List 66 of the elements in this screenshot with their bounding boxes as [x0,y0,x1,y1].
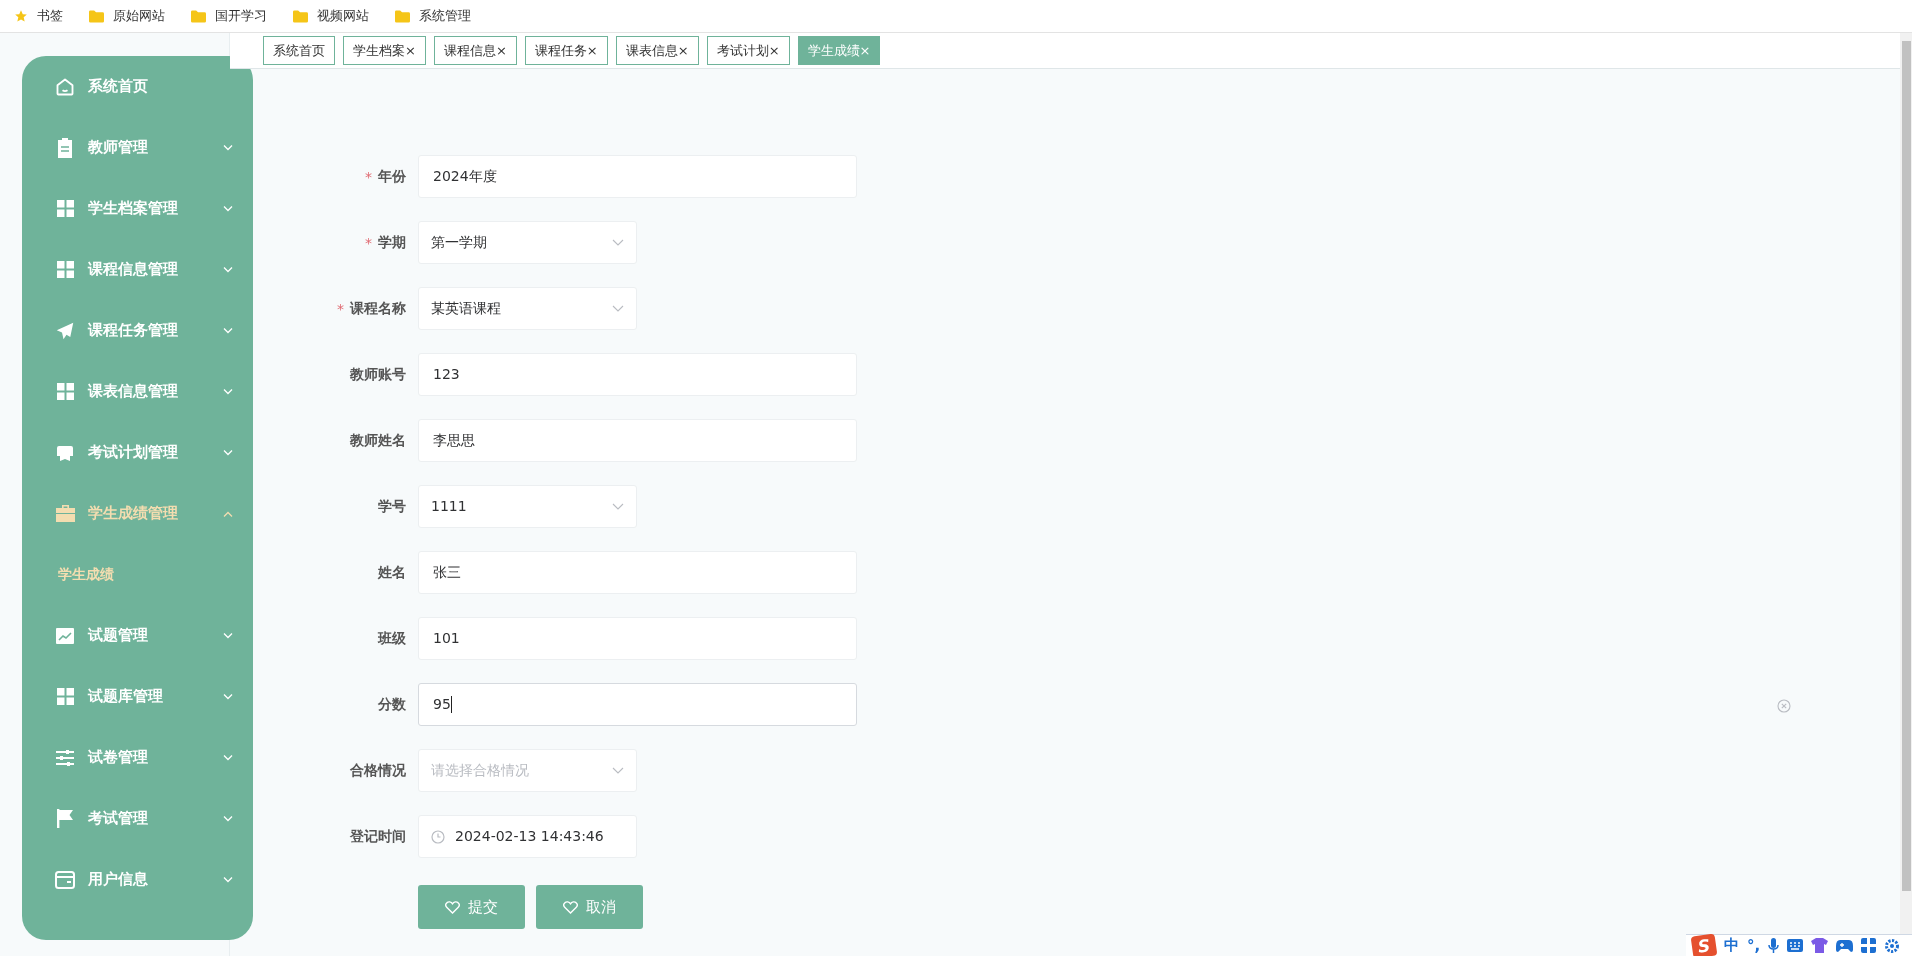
grid-icon[interactable] [1861,938,1877,953]
microphone-icon[interactable] [1768,937,1780,954]
briefcase-icon [55,505,75,522]
folder-icon [89,9,104,23]
tab[interactable]: 学生档案× [343,36,426,65]
grid-icon [56,200,74,217]
tab[interactable]: 课程任务× [524,36,608,65]
field-label: * 课程名称 [336,298,406,319]
tab[interactable]: 课程信息× [433,36,517,65]
input-field[interactable]: 2024年度 [418,155,857,198]
field-label: * 学期 [364,232,406,253]
grid-icon [56,383,74,400]
folder-icon [293,9,308,23]
tab[interactable]: 考试计划× [706,36,790,65]
chevron-down-icon [612,503,624,510]
field-label: 分数 [377,694,406,714]
gamepad-icon[interactable] [1836,938,1854,953]
chevron-down-icon [612,239,624,246]
flag-icon [57,809,73,828]
field-label: 教师姓名 [349,430,406,450]
input-field[interactable]: 张三 [418,551,857,594]
date-field[interactable]: 2024-02-13 14:43:46 [418,815,637,858]
clipboard-icon [57,137,73,158]
tab[interactable]: 课表信息× [615,36,699,65]
select-field[interactable]: 某英语课程 [418,287,637,330]
folder-icon [395,9,410,23]
ime-punctuation-toggle[interactable]: °, [1747,936,1761,955]
chevron-down-icon [612,767,624,774]
field-label: 登记时间 [349,826,406,846]
input-field[interactable]: 101 [418,617,857,660]
scrollbar-thumb[interactable] [1902,41,1911,891]
ime-logo[interactable]: S [1690,932,1718,956]
input-field[interactable]: 李思思 [418,419,857,462]
house-icon [55,76,75,97]
field-label: 班级 [376,628,406,648]
chevron-down-icon [612,305,624,312]
keyboard-icon[interactable] [1787,939,1804,952]
sliders-icon [56,749,74,766]
grid-icon [56,261,74,278]
input-field[interactable]: 95 [418,683,857,726]
tab[interactable]: 系统首页 [263,36,335,65]
paper-plane-icon [56,321,74,340]
field-label: * 年份 [364,166,406,187]
input-field[interactable]: 123 [418,353,857,396]
grid-icon [56,688,74,705]
heart-icon [563,900,578,914]
select-field[interactable]: 第一学期 [418,221,637,264]
shirt-icon[interactable] [1811,938,1829,953]
bookmark-item[interactable]: 书签 [14,5,63,27]
card-icon [55,870,75,889]
line-chart-icon [56,627,74,644]
select-field[interactable]: 1111 [418,485,637,528]
star-icon [14,9,28,23]
heart-icon [445,900,460,914]
bookmark-item[interactable]: 视频网站 [293,5,369,27]
clock-icon [431,829,445,844]
bookmark-item[interactable]: 国开学习 [191,5,267,27]
field-label: 合格情况 [349,760,406,780]
bookmark-item[interactable]: 原始网站 [89,5,165,27]
bookmark-item[interactable]: 系统管理 [395,5,471,27]
field-label: 学号 [377,496,406,516]
ime-mode-toggle[interactable]: 中 [1724,936,1739,955]
field-label: 教师账号 [349,364,406,384]
folder-icon [191,9,206,23]
field-label: 姓名 [377,562,406,582]
settings-icon[interactable] [1884,937,1901,954]
